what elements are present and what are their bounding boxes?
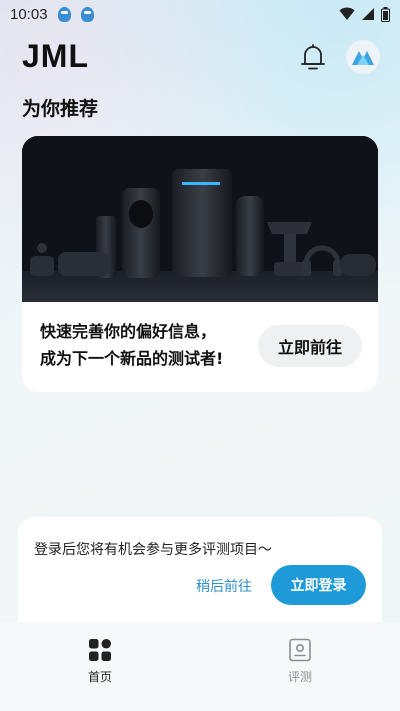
- go-now-button[interactable]: 立即前往: [258, 325, 362, 367]
- status-bar: 10:03: [0, 0, 400, 28]
- section-title: 为你推荐: [22, 98, 99, 120]
- nav-item-home[interactable]: 首页: [0, 622, 200, 711]
- product-lineup-illustration: [22, 136, 378, 302]
- recommend-line-2: 成为下一个新品的测试者!: [40, 349, 224, 368]
- nav-label-review: 评测: [287, 670, 312, 684]
- nav-item-review[interactable]: 评测: [200, 622, 400, 711]
- login-prompt-message: 登录后您将有机会参与更多评测项目～: [34, 542, 272, 558]
- bell-icon: [301, 44, 325, 70]
- wifi-icon: [339, 7, 355, 20]
- recommend-message: 快速完善你的偏好信息， 成为下一个新品的测试者!: [40, 318, 223, 372]
- home-grid-icon: [89, 639, 111, 661]
- later-link[interactable]: 稍后前往: [196, 576, 252, 596]
- review-icon: [289, 638, 311, 662]
- nav-label-home: 首页: [87, 670, 112, 684]
- app-title: JML: [22, 38, 89, 74]
- qq-icon: [80, 6, 94, 22]
- product-banner-image: [22, 136, 378, 302]
- bottom-nav: 首页 评测: [0, 622, 400, 711]
- signal-icon: [362, 8, 374, 20]
- qq-icon: [57, 6, 71, 22]
- notification-button[interactable]: [298, 42, 328, 72]
- status-left: 10:03: [10, 6, 94, 23]
- avatar[interactable]: [346, 40, 380, 74]
- brand-logo-icon: [352, 51, 374, 65]
- login-prompt-card: 登录后您将有机会参与更多评测项目～ 稍后前往 立即登录: [18, 517, 382, 622]
- login-now-button[interactable]: 立即登录: [271, 565, 366, 605]
- status-time: 10:03: [10, 5, 48, 23]
- status-right: [339, 6, 390, 22]
- recommend-line-1: 快速完善你的偏好信息，: [40, 322, 217, 341]
- recommend-card[interactable]: 快速完善你的偏好信息， 成为下一个新品的测试者! 立即前往: [22, 136, 378, 392]
- battery-icon: [381, 6, 390, 22]
